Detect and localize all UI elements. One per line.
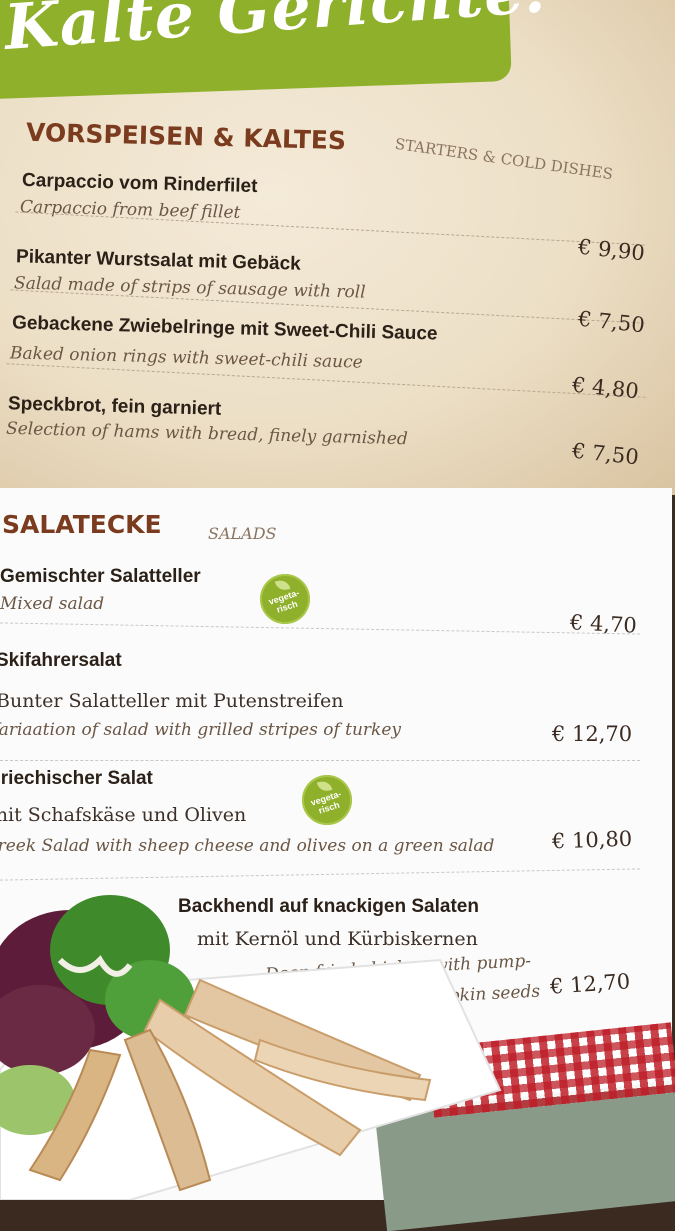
menu-item-price: € 10,80 xyxy=(551,826,633,854)
salads-heading: SALATECKE xyxy=(2,510,162,539)
menu-item-name: Skifahrersalat xyxy=(0,650,122,671)
menu-item-price: € 7,50 xyxy=(576,306,646,338)
menu-item-price: € 12,70 xyxy=(552,722,633,746)
starters-panel: Kalte Gerichte: VORSPEISEN & KALTES STAR… xyxy=(0,0,675,495)
menu-item-desc: Selection of hams with bread, finely gar… xyxy=(5,418,409,450)
divider xyxy=(15,211,645,246)
menu-item-desc: Greek Salad with sheep cheese and olives… xyxy=(0,836,495,856)
menu-item-price: € 7,50 xyxy=(570,438,640,470)
menu-item-name: Carpaccio vom Rinderfilet xyxy=(21,169,258,198)
vegetarian-badge-label: vegeta-risch xyxy=(267,587,301,615)
menu-item-price: € 9,90 xyxy=(576,234,646,266)
divider xyxy=(0,760,640,761)
menu-item-name: Pikanter Wurstsalat mit Gebäck xyxy=(15,246,302,275)
starters-subheading: STARTERS & COLD DISHES xyxy=(393,134,614,184)
menu-item-desc-de: Bunter Salatteller mit Putenstreifen xyxy=(0,690,344,712)
menu-item-name: Gebackene Zwiebelringe mit Sweet-Chili S… xyxy=(11,312,438,345)
menu-item-name: Speckbrot, fein garniert xyxy=(7,393,222,420)
salads-subheading: SALADS xyxy=(208,524,277,543)
starters-heading: VORSPEISEN & KALTES xyxy=(25,117,347,156)
menu-item-price: € 4,80 xyxy=(570,372,640,404)
vegetarian-badge: vegeta-risch xyxy=(256,570,314,628)
menu-item-name: Gemischter Salatteller xyxy=(0,566,201,587)
menu-item-name: Griechischer Salat xyxy=(0,768,153,789)
menu-item-desc: Carpaccio from beef fillet xyxy=(19,197,241,223)
menu-item-desc-de: mit Schafskäse und Oliven xyxy=(0,804,247,826)
food-photo xyxy=(0,895,502,1200)
vegetarian-badge: vegeta-risch xyxy=(298,771,356,829)
menu-item-desc: Baked onion rings with sweet-chili sauce xyxy=(9,343,363,373)
menu-item-desc: Variaation of salad with grilled stripes… xyxy=(0,720,402,740)
divider xyxy=(0,622,640,635)
menu-item-desc: Mixed salad xyxy=(0,594,105,614)
menu-item-price: € 12,70 xyxy=(549,969,631,999)
vegetarian-badge-label: vegeta-risch xyxy=(309,788,343,816)
